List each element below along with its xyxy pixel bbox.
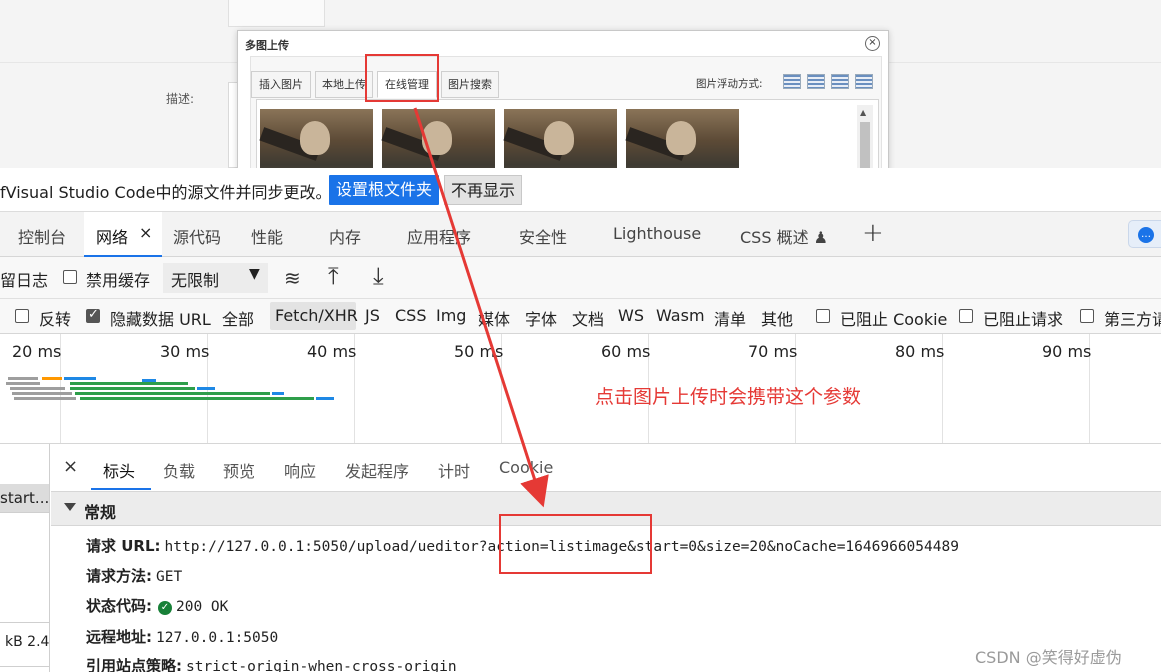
annotation-arrow — [413, 107, 549, 508]
watermark: CSDN @笑得好虚伪 — [975, 648, 1122, 667]
